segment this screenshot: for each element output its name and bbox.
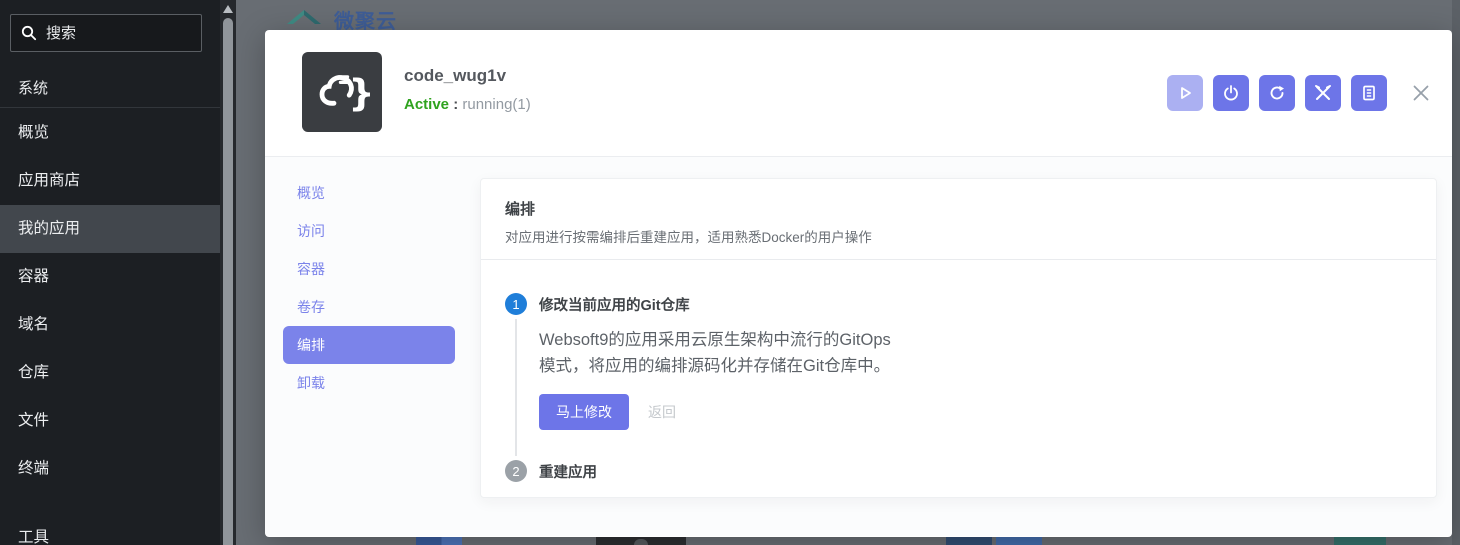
search-icon — [21, 25, 37, 41]
app-name: code_wug1v — [404, 66, 506, 86]
background-app-icon — [596, 537, 686, 545]
app-action-toolbar — [1157, 75, 1437, 111]
logs-button[interactable] — [1351, 75, 1387, 111]
sidebar-scrollbar[interactable] — [220, 0, 236, 545]
step-1-header: 1 修改当前应用的Git仓库 — [505, 293, 1412, 315]
status-separator: : — [449, 96, 462, 113]
modify-now-button[interactable]: 马上修改 — [539, 394, 629, 430]
sidebar-item-tools[interactable]: 工具 — [0, 514, 220, 545]
start-app-button[interactable] — [1167, 75, 1203, 111]
svg-text:}: } — [348, 72, 374, 115]
restart-app-button[interactable] — [1259, 75, 1295, 111]
search-input[interactable] — [46, 25, 186, 42]
app-detail-modal: } code_wug1v Active : running(1) — [265, 30, 1452, 537]
step-2-header: 2 重建应用 — [505, 460, 1412, 482]
modal-header: } code_wug1v Active : running(1) — [265, 30, 1452, 157]
step-1-title: 修改当前应用的Git仓库 — [539, 294, 690, 315]
step-1-description-line-1: Websoft9的应用采用云原生架构中流行的GitOps — [539, 327, 1412, 353]
tab-access[interactable]: 访问 — [283, 212, 455, 250]
journal-icon — [1360, 84, 1378, 102]
sidebar-item-terminal[interactable]: 终端 — [0, 445, 220, 493]
scroll-up-arrow-icon[interactable] — [223, 5, 233, 13]
panel-header: 编排 对应用进行按需编排后重建应用，适用熟悉Docker的用户操作 — [481, 179, 1436, 260]
orchestration-panel: 编排 对应用进行按需编排后重建应用，适用熟悉Docker的用户操作 1 修改当前… — [480, 178, 1437, 498]
steps-area: 1 修改当前应用的Git仓库 Websoft9的应用采用云原生架构中流行的Git… — [481, 260, 1436, 482]
status-value: running(1) — [462, 96, 530, 113]
sidebar-menu: 概览 应用商店 我的应用 容器 域名 仓库 文件 终端 工具 — [0, 109, 220, 545]
play-icon — [1176, 84, 1194, 102]
status-label: Active — [404, 96, 449, 113]
sidebar-scrollbar-thumb[interactable] — [223, 18, 233, 545]
sidebar-item-containers[interactable]: 容器 — [0, 253, 220, 301]
step-2-badge: 2 — [505, 460, 527, 482]
tab-orchestration[interactable]: 编排 — [283, 326, 455, 364]
close-modal-button[interactable] — [1410, 82, 1432, 104]
background-app-icon — [416, 537, 462, 545]
restart-icon — [1268, 84, 1286, 102]
back-button[interactable]: 返回 — [648, 402, 676, 422]
code-server-app-icon: } — [302, 52, 382, 132]
background-app-icon — [946, 537, 1042, 545]
step-1-badge: 1 — [505, 293, 527, 315]
page-scrollbar[interactable] — [1452, 0, 1460, 545]
modal-body: 概览 访问 容器 卷存 编排 卸载 编排 对应用进行按需编排后重建应用，适用熟悉… — [265, 157, 1452, 536]
tab-overview[interactable]: 概览 — [283, 174, 455, 212]
step-1-body: Websoft9的应用采用云原生架构中流行的GitOps 模式，将应用的编排源码… — [515, 319, 1412, 456]
sidebar-item-myapps[interactable]: 我的应用 — [0, 205, 220, 253]
power-icon — [1222, 84, 1240, 102]
brand-chevron-icon — [284, 7, 324, 33]
sidebar-item-repository[interactable]: 仓库 — [0, 349, 220, 397]
tab-volumes[interactable]: 卷存 — [283, 288, 455, 326]
sidebar-item-files[interactable]: 文件 — [0, 397, 220, 445]
tab-uninstall[interactable]: 卸载 — [283, 364, 455, 402]
tools-icon — [1313, 83, 1333, 103]
sidebar-section-system: 系统 — [18, 77, 48, 98]
sidebar-search[interactable] — [10, 14, 202, 52]
background-app-icon — [1334, 537, 1386, 545]
close-icon — [1411, 83, 1431, 103]
step-1-actions: 马上修改 返回 — [539, 394, 1412, 430]
sidebar-item-domains[interactable]: 域名 — [0, 301, 220, 349]
step-2-title: 重建应用 — [539, 461, 597, 482]
tools-button[interactable] — [1305, 75, 1341, 111]
modal-tab-list: 概览 访问 容器 卷存 编排 卸载 — [283, 174, 455, 402]
panel-title: 编排 — [505, 198, 1412, 219]
app-status: Active : running(1) — [404, 96, 531, 113]
panel-subtitle: 对应用进行按需编排后重建应用，适用熟悉Docker的用户操作 — [505, 226, 1412, 246]
sidebar-divider — [0, 107, 220, 108]
tab-container[interactable]: 容器 — [283, 250, 455, 288]
sidebar: 系统 概览 应用商店 我的应用 容器 域名 仓库 文件 终端 工具 — [0, 0, 220, 545]
sidebar-item-overview[interactable]: 概览 — [0, 109, 220, 157]
step-1-description-line-2: 模式，将应用的编排源码化并存储在Git仓库中。 — [539, 353, 1412, 379]
stop-app-button[interactable] — [1213, 75, 1249, 111]
sidebar-item-appstore[interactable]: 应用商店 — [0, 157, 220, 205]
